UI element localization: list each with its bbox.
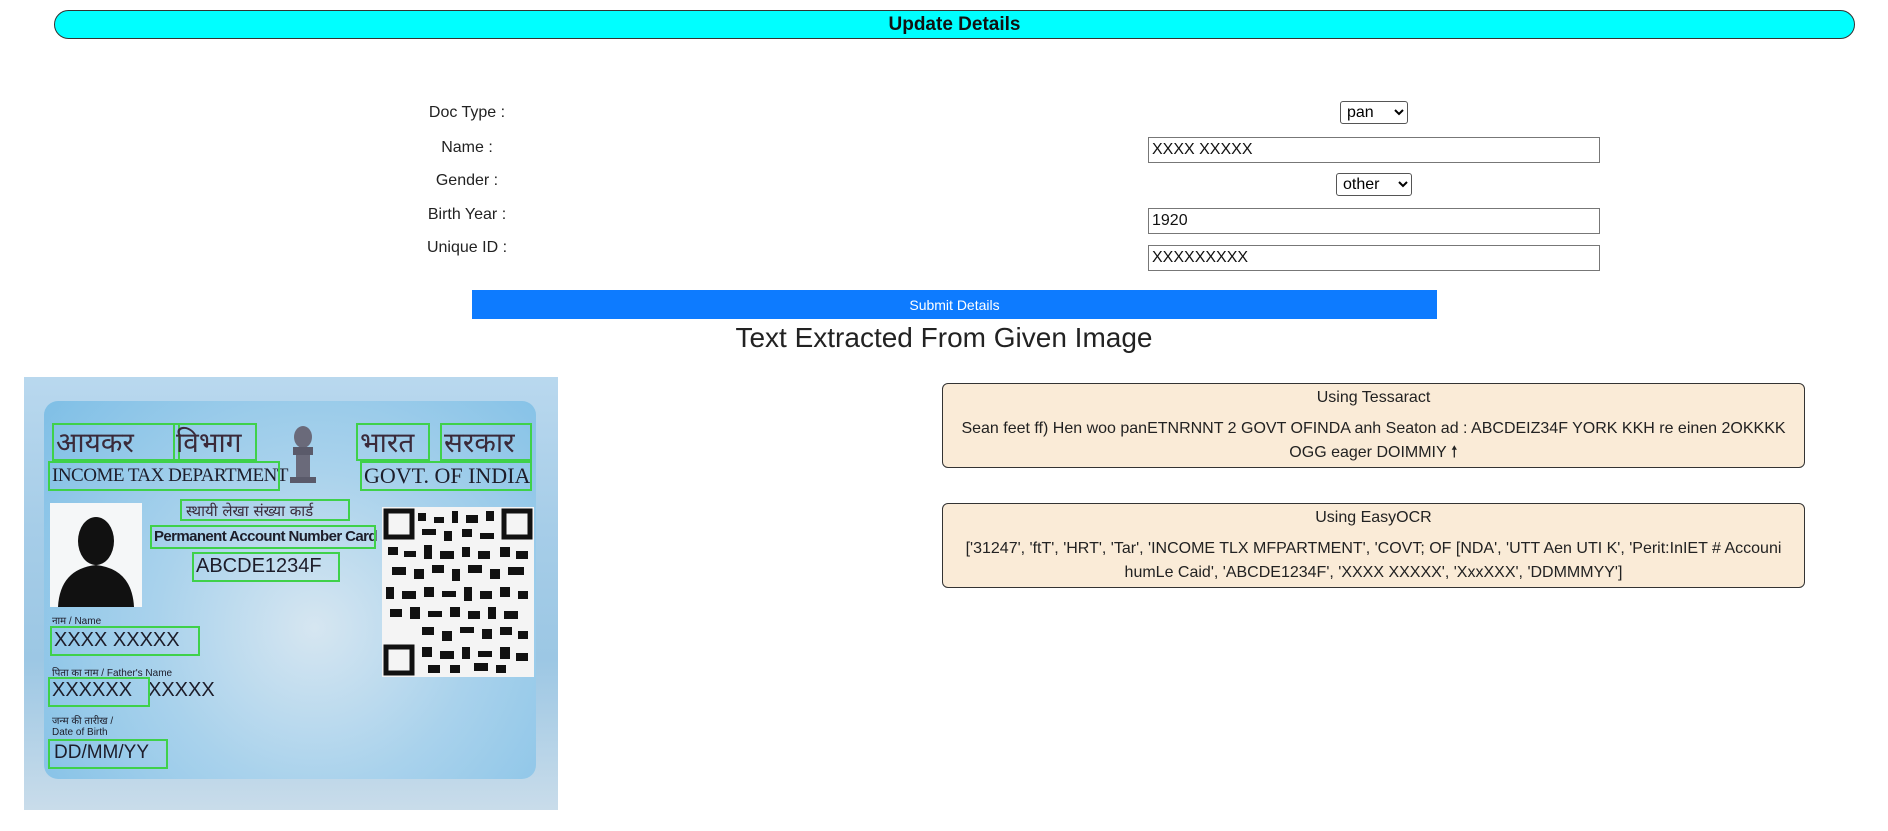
gender-select[interactable]: other bbox=[1336, 173, 1412, 196]
ocr-box bbox=[180, 499, 350, 521]
name-label: Name : bbox=[441, 139, 493, 156]
ocr-box bbox=[440, 423, 532, 461]
submit-details-button[interactable]: Submit Details bbox=[472, 290, 1437, 319]
birth-year-label: Birth Year : bbox=[427, 206, 507, 223]
tesseract-text: Sean feet ff) Hen woo panETNRNNT 2 GOVT … bbox=[961, 420, 1786, 461]
birth-year-input[interactable] bbox=[1148, 208, 1600, 234]
easyocr-result-box: Using EasyOCR ['31247', 'ftT', 'HRT', 'T… bbox=[942, 503, 1805, 588]
doc-type-label: Doc Type : bbox=[428, 104, 506, 121]
ocr-box bbox=[52, 423, 180, 461]
doc-type-select[interactable]: pan bbox=[1340, 101, 1408, 124]
page-title: Update Details bbox=[888, 13, 1021, 35]
pan-card-image: आयकर विभाग भारत सरकार INCOME TAX DEPARTM… bbox=[24, 377, 558, 810]
ocr-box bbox=[173, 423, 257, 461]
ocr-box bbox=[192, 552, 340, 582]
card-father-value2: XXXXX bbox=[148, 679, 215, 701]
ocr-box bbox=[50, 626, 200, 656]
page-header: Update Details bbox=[54, 10, 1855, 39]
emblem-icon bbox=[286, 423, 320, 489]
unique-id-input[interactable] bbox=[1148, 245, 1600, 271]
name-input[interactable] bbox=[1148, 137, 1600, 163]
ocr-box bbox=[150, 525, 376, 549]
ocr-box bbox=[48, 461, 280, 491]
ocr-box bbox=[356, 423, 430, 461]
tesseract-result-box: Using Tessaract Sean feet ff) Hen woo pa… bbox=[942, 383, 1805, 468]
unique-id-label: Unique ID : bbox=[426, 239, 508, 256]
card-dob-hindi: जन्म की तारीख / bbox=[52, 716, 114, 727]
gender-label: Gender : bbox=[435, 172, 499, 189]
card-name-label: नाम / Name bbox=[52, 616, 102, 627]
easyocr-text: ['31247', 'ftT', 'HRT', 'Tar', 'INCOME T… bbox=[965, 540, 1782, 581]
qr-code bbox=[382, 507, 534, 677]
easyocr-title: Using EasyOCR bbox=[1315, 509, 1432, 526]
card-dob-label: Date of Birth bbox=[52, 727, 108, 738]
tesseract-title: Using Tessaract bbox=[1316, 389, 1431, 406]
ocr-box bbox=[360, 461, 532, 491]
ocr-box bbox=[48, 677, 150, 707]
extracted-text-heading: Text Extracted From Given Image bbox=[735, 322, 1153, 353]
card-photo bbox=[50, 503, 142, 607]
ocr-box bbox=[48, 739, 168, 769]
